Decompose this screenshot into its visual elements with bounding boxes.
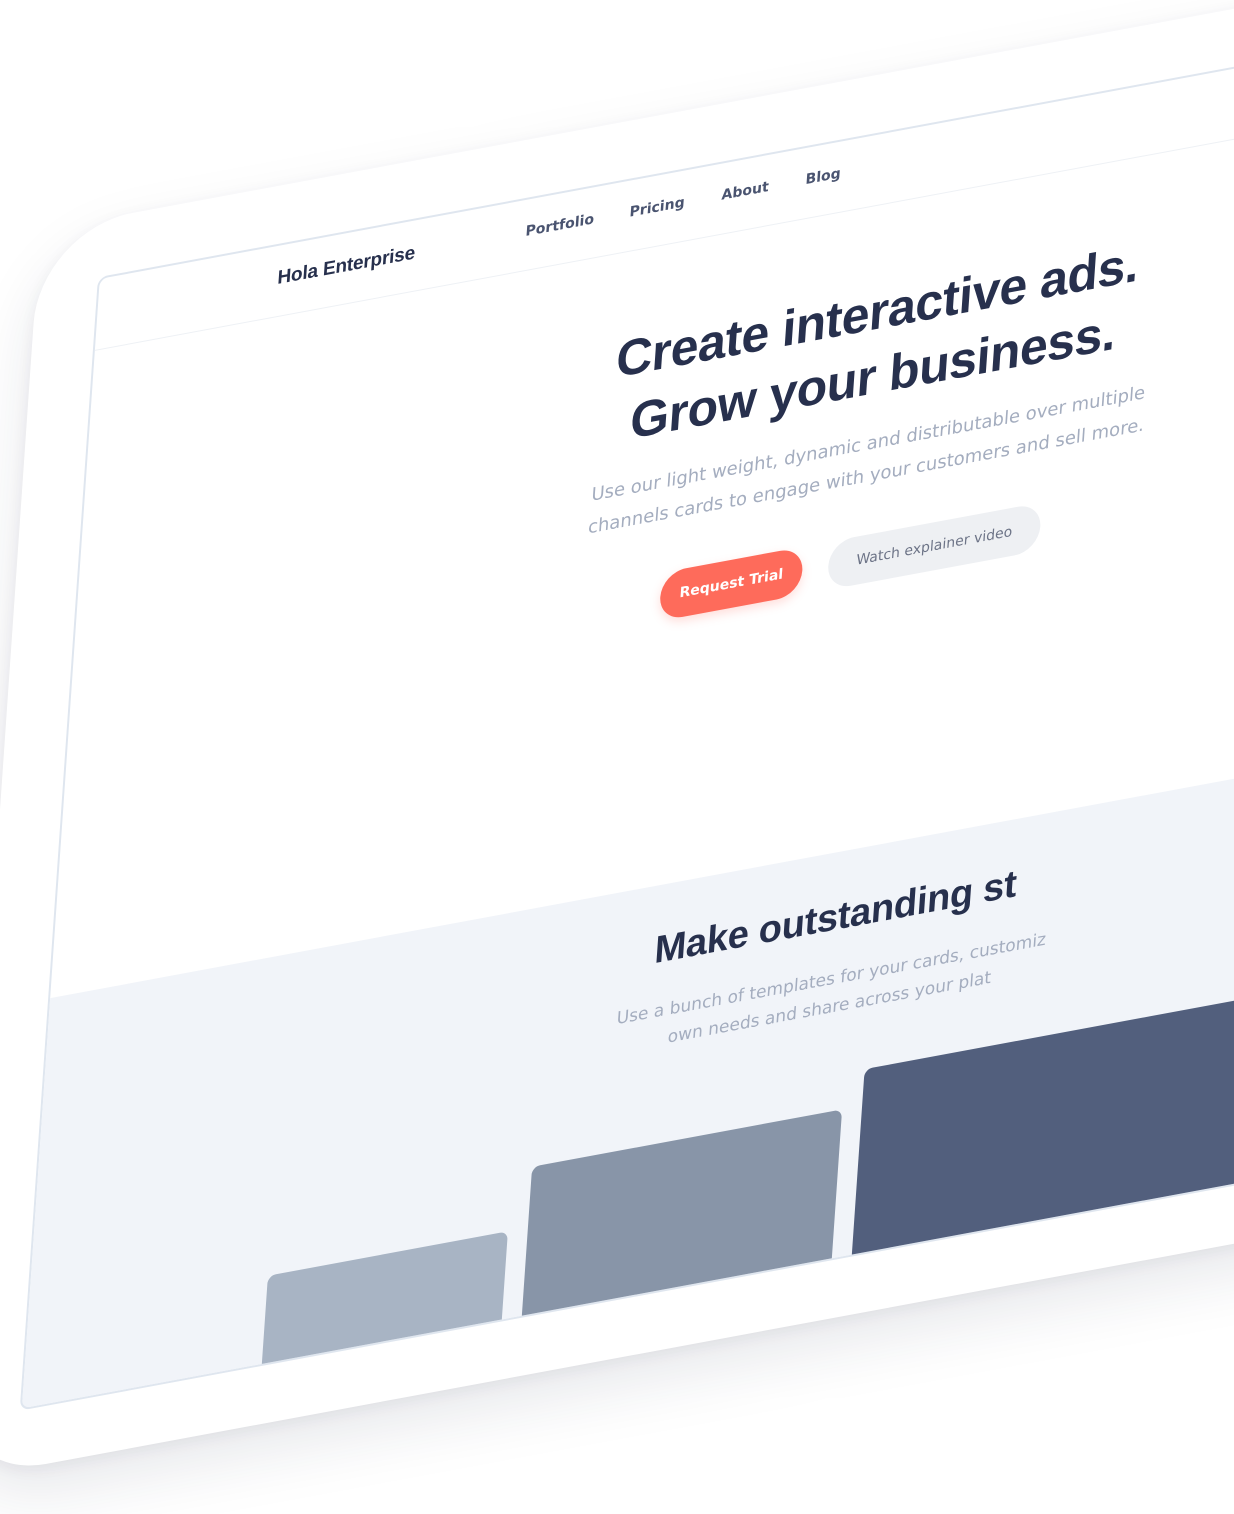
nav-link-portfolio[interactable]: Portfolio xyxy=(525,211,595,240)
features-section: Make outstanding st Use a bunch of templ… xyxy=(20,723,1234,1411)
nav-link-pricing[interactable]: Pricing xyxy=(629,194,685,220)
watch-explainer-video-button[interactable]: Watch explainer video xyxy=(826,502,1042,591)
request-trial-button[interactable]: Request Trial xyxy=(658,546,804,622)
tablet-device-frame: Hola Enterprise Portfolio Pricing About … xyxy=(0,0,1234,1482)
template-card-large[interactable] xyxy=(847,991,1234,1313)
template-card-small[interactable] xyxy=(258,1231,508,1411)
brand-logo[interactable]: Hola Enterprise xyxy=(277,242,416,290)
nav-link-blog[interactable]: Blog xyxy=(805,165,841,188)
template-card-medium[interactable] xyxy=(518,1109,843,1370)
tablet-screen: Hola Enterprise Portfolio Pricing About … xyxy=(19,2,1234,1411)
nav-link-about[interactable]: About xyxy=(721,179,769,204)
stage: Hola Enterprise Portfolio Pricing About … xyxy=(0,0,1234,1514)
